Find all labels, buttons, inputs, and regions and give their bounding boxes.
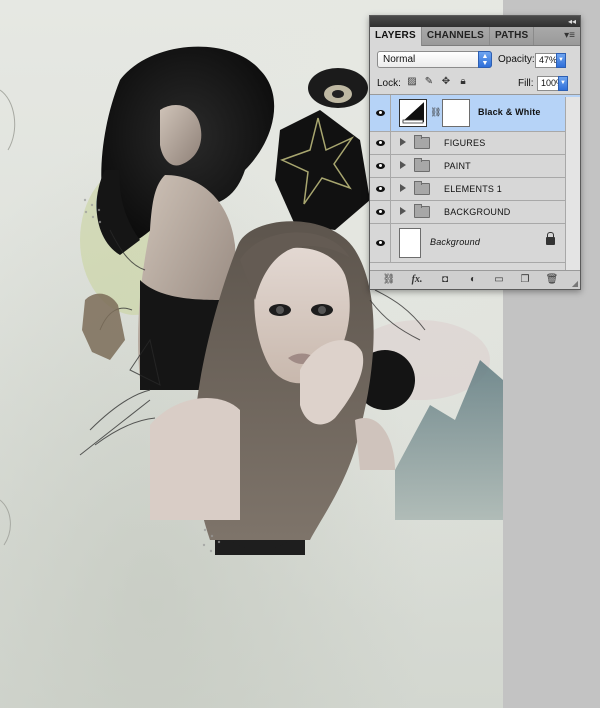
visibility-toggle[interactable] <box>370 201 391 223</box>
adjustment-layer-icon[interactable]: ◐ <box>465 273 481 287</box>
layer-name: FIGURES <box>444 138 486 148</box>
expand-triangle-icon[interactable] <box>400 138 406 146</box>
new-group-icon[interactable]: ▭ <box>491 273 507 287</box>
opacity-dropdown-icon[interactable]: ▼ <box>556 53 566 68</box>
opacity-label: Opacity: <box>498 54 535 65</box>
fill-field[interactable]: 100% ▼ <box>537 76 568 91</box>
layer-row-background[interactable]: Background <box>370 224 580 263</box>
lock-paint-brush-icon[interactable]: ✎ <box>423 76 435 88</box>
resize-grip-icon[interactable]: ◢ <box>572 279 578 288</box>
panel-tabs: LAYERS CHANNELS PATHS ▾≡ <box>370 27 580 46</box>
blend-mode-value: Normal <box>383 54 416 65</box>
tab-channels[interactable]: CHANNELS <box>422 27 491 45</box>
visibility-toggle[interactable] <box>370 178 391 200</box>
eye-icon <box>376 240 385 246</box>
eye-icon <box>376 209 385 215</box>
chain-link-icon[interactable]: ⛓ <box>430 107 441 118</box>
blend-row: Normal ▲ ▼ Opacity: 47% ▼ <box>370 46 580 70</box>
visibility-toggle[interactable] <box>370 224 391 262</box>
folder-icon <box>414 158 430 172</box>
layer-row-paint[interactable]: PAINT <box>370 155 580 178</box>
lock-all-icon[interactable]: 🔒︎ <box>457 76 469 88</box>
eye-icon <box>376 163 385 169</box>
layer-row-background-group[interactable]: BACKGROUND <box>370 201 580 224</box>
layer-name: Background <box>430 237 481 247</box>
mask-thumbnail[interactable] <box>442 99 470 127</box>
expand-triangle-icon[interactable] <box>400 184 406 192</box>
new-layer-icon[interactable]: ❐ <box>517 273 533 287</box>
tab-layers[interactable]: LAYERS <box>370 27 422 46</box>
eye-icon <box>376 186 385 192</box>
expand-triangle-icon[interactable] <box>400 207 406 215</box>
layer-row-figures[interactable]: FIGURES <box>370 132 580 155</box>
lock-row: Lock: ▨ ✎ ✥ 🔒︎ Fill: 100% ▼ <box>370 70 580 95</box>
adjustment-thumbnail-icon[interactable] <box>399 99 427 127</box>
add-mask-icon[interactable]: ◘ <box>437 273 453 287</box>
tab-paths[interactable]: PATHS <box>490 27 535 45</box>
panel-footer: ⛓ fx. ◘ ◐ ▭ ❐ 🗑︎ ◢ <box>370 270 580 289</box>
lock-label: Lock: <box>377 78 401 89</box>
layer-row-black-white[interactable]: ⛓ Black & White <box>370 95 580 132</box>
collapse-icon[interactable]: ◂◂ <box>568 16 576 27</box>
trash-icon[interactable]: 🗑︎ <box>544 273 560 287</box>
visibility-toggle[interactable] <box>370 132 391 154</box>
fill-label: Fill: <box>518 78 534 89</box>
blend-mode-select[interactable]: Normal ▲ ▼ <box>377 51 492 68</box>
layers-panel: ◂◂ LAYERS CHANNELS PATHS ▾≡ Normal ▲ ▼ Op… <box>369 15 581 290</box>
folder-icon <box>414 204 430 218</box>
updown-arrows-icon: ▲ ▼ <box>478 51 492 68</box>
layer-name: Black & White <box>478 107 541 117</box>
link-layers-icon[interactable]: ⛓ <box>381 273 397 287</box>
panel-menu-icon[interactable]: ▾≡ <box>564 27 575 45</box>
opacity-field[interactable]: 47% ▼ <box>535 53 566 68</box>
lock-position-icon[interactable]: ✥ <box>440 76 452 88</box>
fill-dropdown-icon[interactable]: ▼ <box>558 76 568 91</box>
opacity-value: 47% <box>539 55 558 65</box>
layer-thumbnail[interactable] <box>399 228 421 258</box>
layer-name: ELEMENTS 1 <box>444 184 503 194</box>
layer-name: BACKGROUND <box>444 207 511 217</box>
layers-list: ⛓ Black & White FIGURES PAINT ELEMENTS 1 <box>370 95 580 263</box>
fx-icon[interactable]: fx. <box>409 273 425 287</box>
eye-icon <box>376 140 385 146</box>
layer-name: PAINT <box>444 161 471 171</box>
eye-icon <box>376 110 385 116</box>
lock-transparency-icon[interactable]: ▨ <box>406 76 418 88</box>
visibility-toggle[interactable] <box>370 155 391 177</box>
layer-row-elements-1[interactable]: ELEMENTS 1 <box>370 178 580 201</box>
folder-icon <box>414 181 430 195</box>
expand-triangle-icon[interactable] <box>400 161 406 169</box>
visibility-toggle[interactable] <box>370 95 391 131</box>
layers-scrollbar[interactable] <box>565 97 580 272</box>
panel-title-bar[interactable]: ◂◂ <box>370 16 580 27</box>
folder-icon <box>414 135 430 149</box>
padlock-icon <box>546 232 555 245</box>
